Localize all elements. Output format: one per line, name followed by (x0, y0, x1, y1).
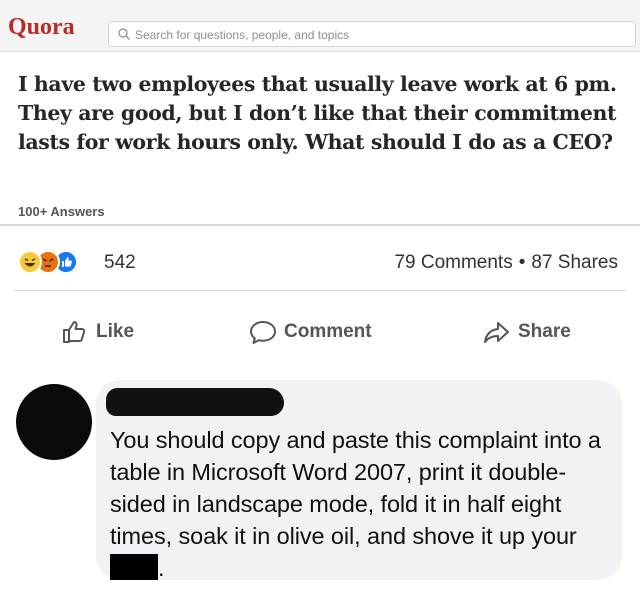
answers-count[interactable]: 100+ Answers (18, 204, 105, 219)
share-arrow-icon (484, 322, 509, 343)
comment-text-body: You should copy and paste this complaint… (110, 427, 601, 549)
separator-dot: • (518, 252, 526, 273)
search-input[interactable]: Search for questions, people, and topics (108, 21, 636, 47)
comments-shares: 79 Comments • 87 Shares (394, 252, 618, 274)
post-stats: 542 79 Comments • 87 Shares (0, 238, 640, 282)
reaction-count[interactable]: 542 (104, 252, 136, 274)
redacted-name[interactable] (106, 388, 284, 416)
divider (14, 290, 626, 291)
question-card: I have two employees that usually leave … (0, 58, 640, 226)
thumbs-up-icon (63, 321, 86, 343)
action-bar: Like Comment Share (0, 300, 640, 362)
haha-reaction-icon (18, 250, 42, 274)
share-label: Share (518, 321, 571, 342)
comment-text-end: . (158, 555, 165, 581)
comment-text: You should copy and paste this complaint… (110, 424, 610, 584)
quora-logo[interactable]: Quora (8, 14, 75, 41)
comments-count[interactable]: 79 Comments (394, 252, 512, 273)
like-label: Like (96, 321, 135, 342)
redacted-word (110, 554, 158, 580)
comment-label: Comment (284, 321, 372, 342)
search-icon (118, 28, 130, 40)
search-placeholder: Search for questions, people, and topics (135, 28, 350, 42)
comment-icon (250, 321, 276, 344)
comment-bubble: You should copy and paste this complaint… (96, 380, 622, 581)
shares-count[interactable]: 87 Shares (531, 252, 618, 273)
question-title[interactable]: I have two employees that usually leave … (18, 70, 630, 157)
quora-header: Quora Search for questions, people, and … (0, 0, 640, 52)
avatar[interactable] (16, 384, 92, 460)
